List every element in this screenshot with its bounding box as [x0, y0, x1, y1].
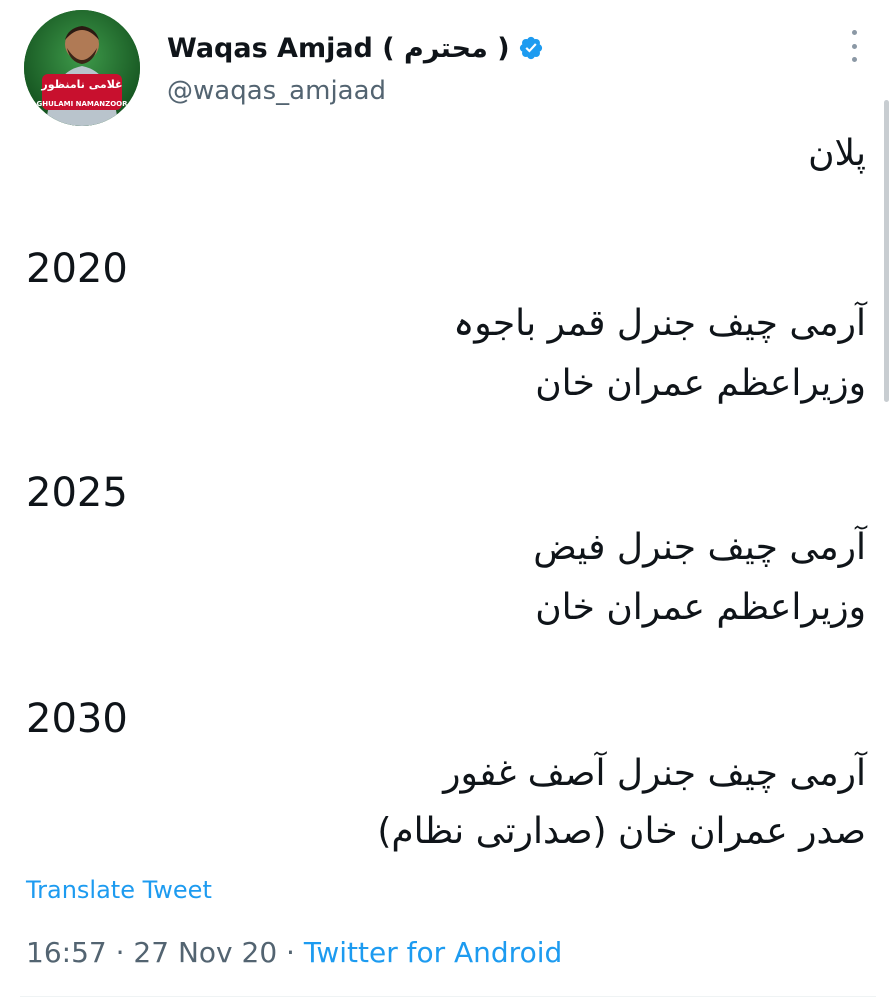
more-options-icon[interactable]: [842, 30, 866, 62]
more-dot: [851, 30, 857, 35]
avatar[interactable]: غلامی نامنظور GHULAMI NAMANZOOR: [24, 10, 140, 126]
section-2020-line1: آرمی چیف جنرل قمر باجوہ: [453, 303, 866, 344]
section-2025-line1: آرمی چیف جنرل فیض: [533, 527, 866, 568]
author-name-row: Waqas Amjad ( محترم ): [167, 28, 544, 68]
more-dot: [851, 43, 857, 49]
display-name[interactable]: Waqas Amjad ( محترم ): [167, 33, 510, 64]
avatar-caption: GHULAMI NAMANZOOR: [36, 100, 128, 108]
meta-separator: ·: [115, 936, 125, 969]
divider: [20, 996, 876, 997]
avatar-image: غلامی نامنظور GHULAMI NAMANZOOR: [24, 10, 140, 126]
section-2030-line2: صدر عمران خان (صدارتی نظام): [377, 811, 866, 852]
year-2020: 2020: [26, 246, 128, 292]
tweet-card: غلامی نامنظور GHULAMI NAMANZOOR Waqas Am…: [0, 0, 896, 1000]
tweet-date[interactable]: 27 Nov 20: [133, 936, 277, 969]
section-2025-line2: وزیراعظم عمران خان: [535, 587, 866, 628]
year-2025: 2025: [26, 470, 128, 516]
scrollbar[interactable]: [884, 100, 889, 402]
tweet-metadata: 16:57 · 27 Nov 20 · Twitter for Android: [26, 936, 562, 969]
more-dot: [851, 57, 857, 62]
tweet-title: پلان: [808, 133, 866, 174]
avatar-text: غلامی نامنظور: [40, 78, 122, 91]
author-handle[interactable]: @waqas_amjaad: [167, 76, 386, 106]
section-2020-line2: وزیراعظم عمران خان: [535, 363, 866, 404]
meta-separator: ·: [286, 936, 295, 969]
section-2030-line1: آرمی چیف جنرل آصف غفور: [443, 753, 866, 794]
tweet-time[interactable]: 16:57: [26, 936, 107, 969]
year-2030: 2030: [26, 696, 128, 742]
verified-badge-icon: [519, 36, 542, 60]
translate-tweet-link[interactable]: Translate Tweet: [26, 876, 212, 904]
tweet-source-link[interactable]: Twitter for Android: [304, 936, 562, 969]
